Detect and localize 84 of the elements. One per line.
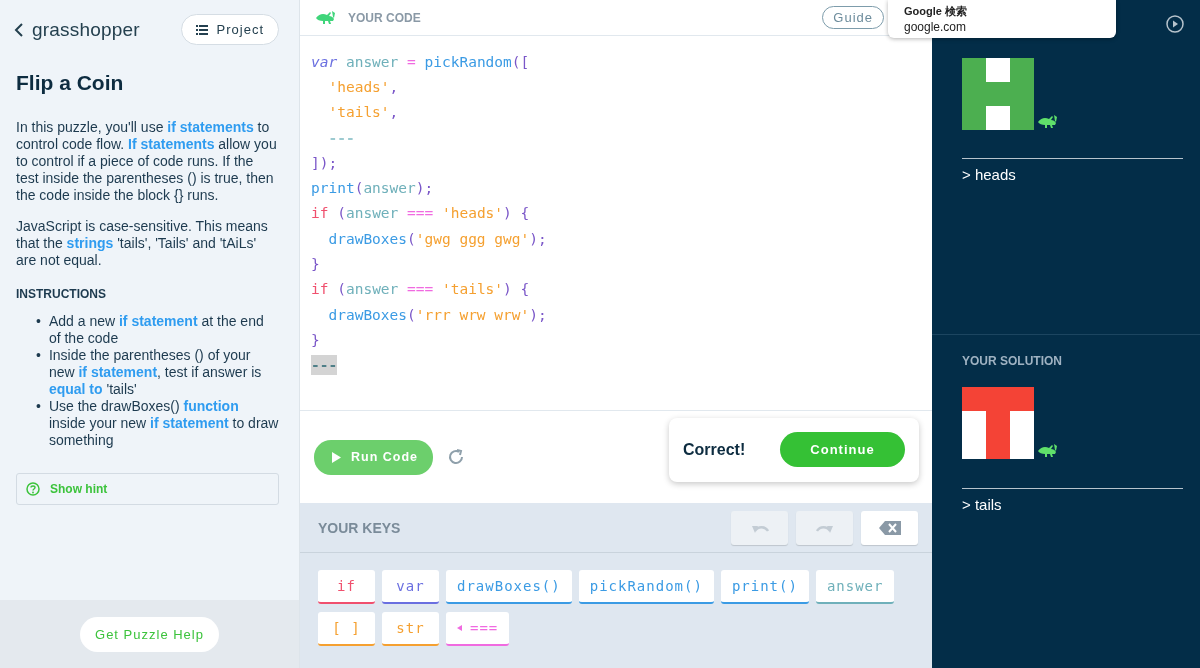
lesson-paragraph: JavaScript is case-sensitive. This means that the strings 'tails', 'Tails' and 'tAiLs' are not equal. — [16, 218, 269, 269]
code-key[interactable]: answer — [815, 570, 895, 604]
code-token: ( — [337, 281, 346, 298]
code-token: 'heads' — [327, 78, 390, 95]
delete-button[interactable] — [861, 510, 918, 545]
code-token: , — [389, 78, 399, 95]
code-token: ]); — [311, 154, 338, 171]
guide-button[interactable]: Guide — [822, 6, 884, 29]
grasshopper-icon — [1035, 442, 1059, 459]
code-token: ( — [407, 230, 416, 247]
keys-heading: YOUR KEYS — [318, 519, 402, 536]
code-token: = — [407, 53, 417, 70]
reset-icon[interactable] — [447, 448, 466, 466]
back-icon[interactable] — [14, 22, 24, 37]
code-blank[interactable]: --- — [311, 355, 338, 376]
code-token: === — [407, 205, 435, 222]
instruction-text: Use the drawBoxes() function inside your new if statement to draw something — [48, 398, 279, 449]
code-token: ) { — [503, 205, 530, 222]
code-token: var — [311, 53, 339, 70]
code-token: answer — [345, 205, 400, 222]
code-key[interactable]: var — [382, 570, 439, 604]
code-token: 'heads' — [441, 205, 504, 222]
bullet-mark: • — [36, 398, 41, 416]
code-token: if — [311, 205, 330, 222]
code-key[interactable]: drawBoxes() — [446, 570, 572, 604]
grasshopper-icon — [1035, 113, 1059, 130]
project-button[interactable]: Project — [180, 14, 279, 45]
code-token: print — [311, 180, 355, 197]
code-key[interactable]: === — [446, 612, 510, 646]
bullet-mark: • — [36, 347, 41, 365]
editor-heading: YOUR CODE — [348, 10, 422, 25]
code-editor[interactable]: var answer = pickRandom([ 'heads', 'tails', --- ]); print(answer); if (answer === 'heads') { drawBoxes('gwg ggg gwg'); } if (answer === 'tails') { drawBoxes('rrr wrw wrw'); } --- — [300, 36, 932, 410]
code-token: ) { — [503, 281, 530, 298]
code-token: === — [407, 281, 435, 298]
backspace-icon — [878, 520, 901, 535]
tooltip-title: Google 検索 — [904, 4, 968, 17]
list-icon — [195, 24, 208, 35]
lesson-paragraph: In this puzzle, you'll use if statements to control code flow. If statements allow you to control if a piece of code runs. If the test inside the parentheses () is true, then the code inside the block {} runs. — [16, 119, 278, 204]
instruction-text: Add a new if statement at the end of the code — [48, 313, 265, 347]
code-key[interactable]: pickRandom() — [578, 570, 714, 604]
code-token: if — [311, 281, 330, 298]
grasshopper-icon — [314, 9, 336, 26]
code-token: pickRandom — [424, 53, 512, 70]
code-token: 'tails' — [327, 104, 390, 121]
tooltip-url[interactable]: google.com — [904, 20, 1100, 34]
code-token: ); — [529, 230, 547, 247]
code-blank[interactable]: --- — [311, 129, 355, 146]
play-icon — [332, 451, 341, 463]
code-token: ); — [415, 180, 434, 197]
code-token: ( — [407, 306, 416, 323]
hint-button[interactable]: Show hint — [16, 473, 279, 505]
console-output: > tails — [962, 496, 1003, 513]
code-key[interactable]: str — [382, 612, 439, 646]
code-key[interactable]: if — [318, 570, 375, 604]
code-token: answer — [363, 180, 416, 197]
code-token: drawBoxes — [327, 306, 408, 323]
code-token: } — [311, 331, 320, 348]
instructions-heading: INSTRUCTIONS — [16, 287, 107, 301]
continue-button[interactable]: Continue — [780, 432, 905, 467]
console-output: > heads — [962, 166, 1017, 183]
code-token: answer — [345, 53, 400, 70]
panel-heading: YOUR SOLUTION — [962, 354, 1063, 368]
code-token: ([ — [511, 53, 530, 70]
code-key[interactable]: [ ] — [318, 612, 375, 646]
question-icon — [26, 482, 40, 496]
run-code-button[interactable]: Run Code — [314, 439, 434, 475]
code-token: 'tails' — [441, 281, 504, 298]
instruction-text: Inside the parentheses () of your new if statement, test if answer is equal to 'tails' — [48, 347, 263, 398]
code-key[interactable]: print() — [720, 570, 809, 604]
lesson-title: Flip a Coin — [16, 71, 125, 95]
result-text: Correct! — [683, 440, 746, 459]
code-token: answer — [345, 281, 400, 298]
code-token: 'rrr wrw wrw' — [415, 306, 530, 323]
code-token: } — [311, 256, 320, 272]
code-token: ); — [529, 306, 547, 323]
code-token: ( — [354, 180, 364, 197]
bullet-mark: • — [36, 313, 41, 331]
code-token: ( — [337, 205, 346, 222]
logo-text[interactable]: grasshopper — [32, 18, 140, 41]
code-token: drawBoxes — [327, 230, 408, 247]
code-token: 'gwg ggg gwg' — [415, 230, 530, 247]
code-token: , — [389, 104, 399, 121]
play-circle-icon[interactable] — [1166, 15, 1184, 33]
puzzle-help-button[interactable]: Get Puzzle Help — [80, 616, 219, 652]
